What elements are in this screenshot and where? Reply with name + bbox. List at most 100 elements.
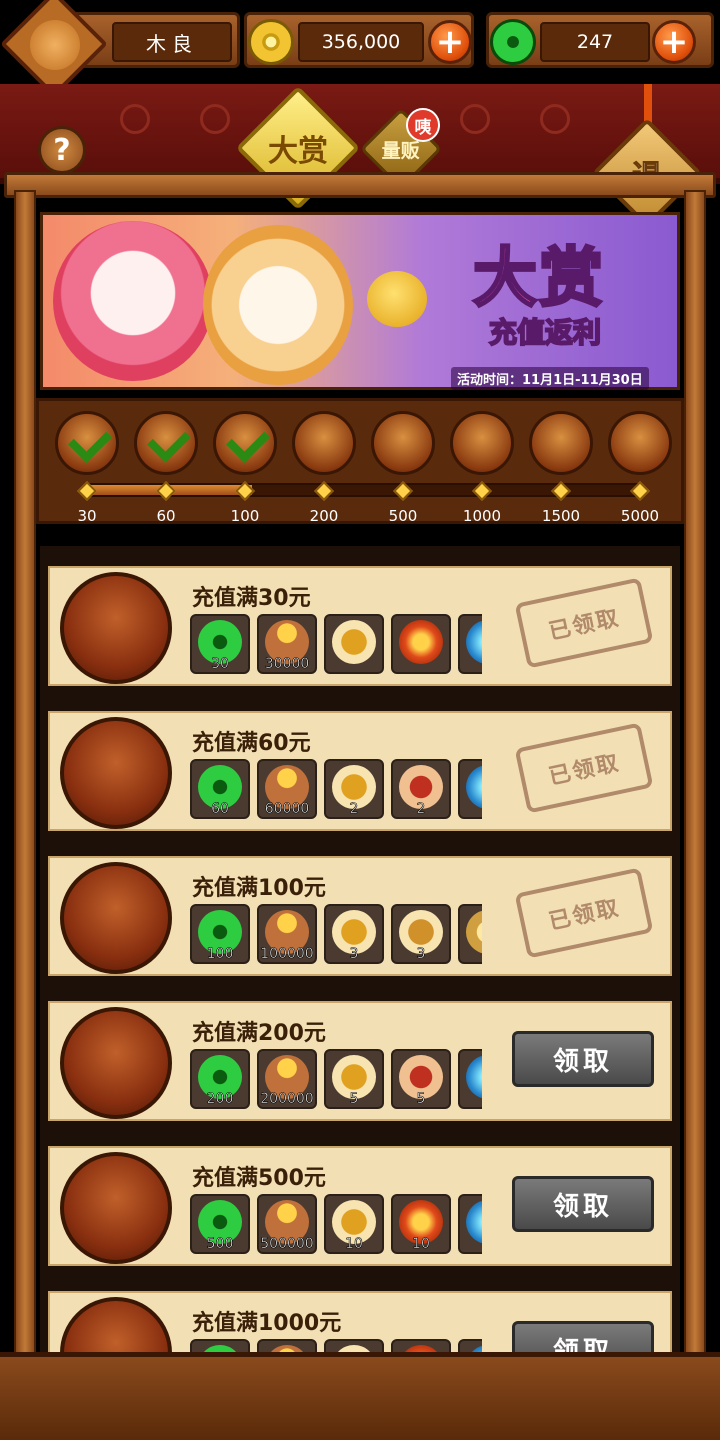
coin-count: 356,000: [298, 22, 424, 62]
tier-icon-100[interactable]: [213, 411, 277, 475]
mascot-image: [367, 271, 427, 327]
reward-item-blue-orb[interactable]: [458, 759, 482, 819]
reward-list[interactable]: 充值满30元 30 30000 已领取 充值满60元 60 60000 2 2 已领取 充值满100…: [40, 546, 680, 1358]
tier-label: 5000: [620, 507, 660, 525]
reward-strip[interactable]: 500 500000 10 10: [190, 1194, 482, 1256]
tab-dashang-label: 大赏: [268, 134, 328, 169]
reward-count: 3: [416, 946, 426, 963]
reward-item-jade[interactable]: 500: [190, 1194, 250, 1254]
reward-count: 200: [206, 1091, 234, 1108]
tier-label: 60: [156, 507, 176, 525]
row-title: 充值满1000元: [192, 1311, 342, 1336]
tier-chest-icon: [60, 862, 172, 974]
reward-item-beetle[interactable]: [324, 614, 384, 674]
bottom-floor: [0, 1352, 720, 1440]
swirl-decoration: [120, 104, 150, 134]
banner-title: 大赏: [472, 241, 605, 318]
tier-icon-30[interactable]: [55, 411, 119, 475]
check-icon: [68, 419, 112, 463]
reward-strip[interactable]: 100 100000 3 3: [190, 904, 482, 966]
reward-item-jade[interactable]: 200: [190, 1049, 250, 1109]
tier-icon-200[interactable]: [292, 411, 356, 475]
beetle-icon: [332, 620, 376, 664]
tier-label: 500: [388, 507, 418, 525]
reward-row: 充值满200元 200 200000 5 5 领取: [48, 1001, 672, 1121]
swirl-decoration: [200, 104, 230, 134]
tier-progress-panel: 30 60 100 200 500 1000 1500 5000: [36, 398, 684, 525]
reward-item-beetle[interactable]: 5: [324, 1049, 384, 1109]
reward-item-jade[interactable]: 60: [190, 759, 250, 819]
reward-item-book[interactable]: 3: [391, 904, 451, 964]
left-post: [14, 190, 36, 1370]
tier-chest-icon: [60, 1007, 172, 1119]
reward-item-beetle[interactable]: 3: [324, 904, 384, 964]
tier-chest-icon: [60, 717, 172, 829]
tier-chest-icon: [60, 1152, 172, 1264]
event-time: 活动时间：11月1日-11月30日: [451, 367, 649, 390]
reward-count: 2: [349, 801, 359, 818]
add-jade-button[interactable]: +: [652, 20, 696, 64]
reward-item-jade[interactable]: 100: [190, 904, 250, 964]
reward-item-fire-orb[interactable]: [391, 614, 451, 674]
reward-item-red-mask[interactable]: 2: [391, 759, 451, 819]
reward-row: 充值满100元 100 100000 3 3 已领取: [48, 856, 672, 976]
tier-icon-1000[interactable]: [450, 411, 514, 475]
top-beam: [4, 172, 716, 198]
reward-item-coin-bag[interactable]: 30000: [257, 614, 317, 674]
claim-button[interactable]: 领取: [512, 1031, 654, 1087]
row-title: 充值满100元: [192, 876, 326, 901]
tier-chest-icon: [60, 572, 172, 684]
swirl-decoration: [460, 104, 490, 134]
reward-item-coin-bag[interactable]: 60000: [257, 759, 317, 819]
character-left-image: [53, 221, 213, 381]
help-button[interactable]: ?: [38, 126, 86, 174]
reward-count: 500: [206, 1236, 234, 1253]
reward-item-coin-bag[interactable]: 100000: [257, 904, 317, 964]
reward-item-jade[interactable]: 30: [190, 614, 250, 674]
reward-count: 500000: [260, 1236, 314, 1253]
tier-icon-1500[interactable]: [529, 411, 593, 475]
new-badge: 咦: [406, 108, 440, 142]
reward-count: 60000: [264, 801, 310, 818]
reward-item-blue-orb[interactable]: [458, 1049, 482, 1109]
row-title: 充值满200元: [192, 1021, 326, 1046]
banner-subtitle: 充值返利: [488, 315, 602, 350]
blue-orb-icon: [466, 1055, 482, 1099]
reward-item-gold-orb[interactable]: [458, 904, 482, 964]
reward-count: 10: [412, 1236, 430, 1253]
reward-row: 充值满1000元 领取: [48, 1291, 672, 1358]
claim-button[interactable]: 领取: [512, 1176, 654, 1232]
tier-label: 1000: [462, 507, 502, 525]
reward-row: 充值满30元 30 30000 已领取: [48, 566, 672, 686]
add-coins-button[interactable]: +: [428, 20, 472, 64]
right-post: [684, 190, 706, 1370]
reward-strip[interactable]: 200 200000 5 5: [190, 1049, 482, 1111]
reward-count: 200000: [260, 1091, 314, 1108]
reward-item-coin-bag[interactable]: 200000: [257, 1049, 317, 1109]
reward-item-beetle[interactable]: 10: [324, 1194, 384, 1254]
tier-chest-icon: [60, 1297, 172, 1358]
reward-item-coin-bag[interactable]: 500000: [257, 1194, 317, 1254]
row-title: 充值满30元: [192, 586, 311, 611]
tier-icon-500[interactable]: [371, 411, 435, 475]
blue-orb-icon: [466, 1200, 482, 1244]
check-icon: [226, 419, 270, 463]
gold-orb-icon: [466, 910, 482, 954]
reward-count: 10: [345, 1236, 363, 1253]
reward-count: 2: [416, 801, 426, 818]
reward-item-red-mask[interactable]: 5: [391, 1049, 451, 1109]
reward-strip[interactable]: 60 60000 2 2: [190, 759, 482, 821]
reward-strip[interactable]: 30 30000: [190, 614, 482, 676]
tier-icon-60[interactable]: [134, 411, 198, 475]
reward-item-beetle[interactable]: 2: [324, 759, 384, 819]
jade-count: 247: [540, 22, 650, 62]
reward-item-fire-orb[interactable]: 10: [391, 1194, 451, 1254]
reward-item-blue-orb[interactable]: [458, 1194, 482, 1254]
reward-item-blue-orb[interactable]: [458, 614, 482, 674]
tier-label: 30: [77, 507, 97, 525]
tier-icon-5000[interactable]: [608, 411, 672, 475]
claimed-stamp: 已领取: [514, 722, 654, 814]
reward-row: 充值满60元 60 60000 2 2 已领取: [48, 711, 672, 831]
player-name: 木良: [112, 22, 232, 62]
row-title: 充值满500元: [192, 1166, 326, 1191]
